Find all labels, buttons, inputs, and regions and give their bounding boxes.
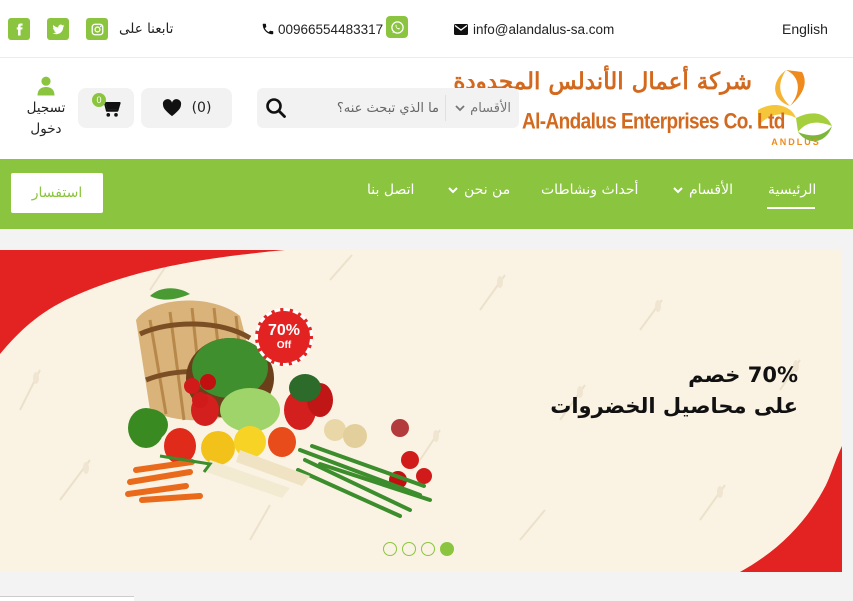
twitter-link[interactable] xyxy=(47,0,69,58)
bottom-edge-element xyxy=(0,596,134,601)
hero-headline-line2: على محاصيل الخضروات xyxy=(550,394,798,418)
wishlist-count: (0) xyxy=(191,100,212,116)
nav-item-categories[interactable]: الأقسام xyxy=(671,179,733,201)
email-contact[interactable]: info@alandalus-sa.com xyxy=(454,0,614,58)
main-nav: الرئيسية الأقسام أحداث ونشاطات من نحن ات… xyxy=(0,159,853,229)
top-bar: English info@alandalus-sa.com 0096655448… xyxy=(0,0,853,58)
chevron-down-icon xyxy=(455,105,465,112)
badge-off: Off xyxy=(276,340,292,351)
search-bar: الأقسام xyxy=(257,88,519,128)
hero-headline-line1: 70% خصم xyxy=(688,363,798,387)
facebook-link[interactable] xyxy=(8,0,30,58)
login-label-line1: تسجيل xyxy=(26,100,66,116)
search-icon xyxy=(266,98,286,118)
whatsapp-icon[interactable] xyxy=(386,16,409,38)
site-logo[interactable]: ANDLUS شركة أعمال الأندلس المحدودة Al-An… xyxy=(453,66,840,152)
slider-dot[interactable] xyxy=(421,542,435,556)
login-label-line2: دخول xyxy=(30,121,62,137)
cart-button[interactable]: 0 xyxy=(78,88,134,128)
instagram-link[interactable] xyxy=(86,0,108,58)
wishlist-button[interactable]: (0) xyxy=(141,88,232,128)
facebook-icon xyxy=(8,18,30,40)
chevron-down-icon xyxy=(673,187,683,194)
twitter-icon xyxy=(47,18,69,40)
nav-active-underline xyxy=(767,207,815,209)
cart-count-badge: 0 xyxy=(92,93,106,107)
categories-select[interactable]: الأقسام xyxy=(454,88,511,128)
logo-english-text: Al-Andalus Enterprises Co. Ltd xyxy=(522,110,785,135)
language-label: English xyxy=(782,21,828,37)
user-icon xyxy=(37,76,55,96)
phone-contact[interactable]: 00966554483317 xyxy=(261,0,409,58)
badge-percent: 70% xyxy=(267,322,301,339)
nav-item-home[interactable]: الرئيسية xyxy=(768,179,816,201)
hero-slider: 70% Off 70% خصم على محاصيل الخضروات xyxy=(0,250,842,572)
discount-badge: 70% Off xyxy=(255,308,313,366)
logo-mark-icon: ANDLUS xyxy=(758,70,832,147)
login-link[interactable]: تسجيل دخول xyxy=(18,76,74,142)
slider-dot-active[interactable] xyxy=(440,542,454,556)
phone-text: 00966554483317 xyxy=(278,21,384,37)
follow-us-label: تابعنا على xyxy=(119,21,174,37)
logo-arabic-text: شركة أعمال الأندلس المحدودة xyxy=(453,68,753,95)
hero-headline: 70% خصم على محاصيل الخضروات xyxy=(550,360,798,422)
nav-item-about[interactable]: من نحن xyxy=(446,179,510,201)
nav-item-events[interactable]: أحداث ونشاطات xyxy=(541,179,638,201)
slider-dot[interactable] xyxy=(402,542,416,556)
email-text: info@alandalus-sa.com xyxy=(473,21,615,37)
logo-mark-text: ANDLUS xyxy=(771,137,821,147)
language-switch[interactable]: English xyxy=(782,0,828,58)
search-divider xyxy=(445,95,446,121)
slider-dots xyxy=(383,542,454,556)
instagram-icon xyxy=(86,18,108,40)
nav-item-contact[interactable]: اتصل بنا xyxy=(367,179,414,201)
phone-icon xyxy=(262,23,274,35)
search-input[interactable] xyxy=(297,88,445,128)
search-button[interactable] xyxy=(265,97,287,119)
envelope-icon xyxy=(454,23,468,35)
chevron-down-icon xyxy=(448,187,458,194)
slider-dot[interactable] xyxy=(383,542,397,556)
header: ANDLUS شركة أعمال الأندلس المحدودة Al-An… xyxy=(0,58,853,159)
inquiry-button[interactable]: استفسار xyxy=(11,173,103,213)
heart-icon xyxy=(162,99,181,117)
